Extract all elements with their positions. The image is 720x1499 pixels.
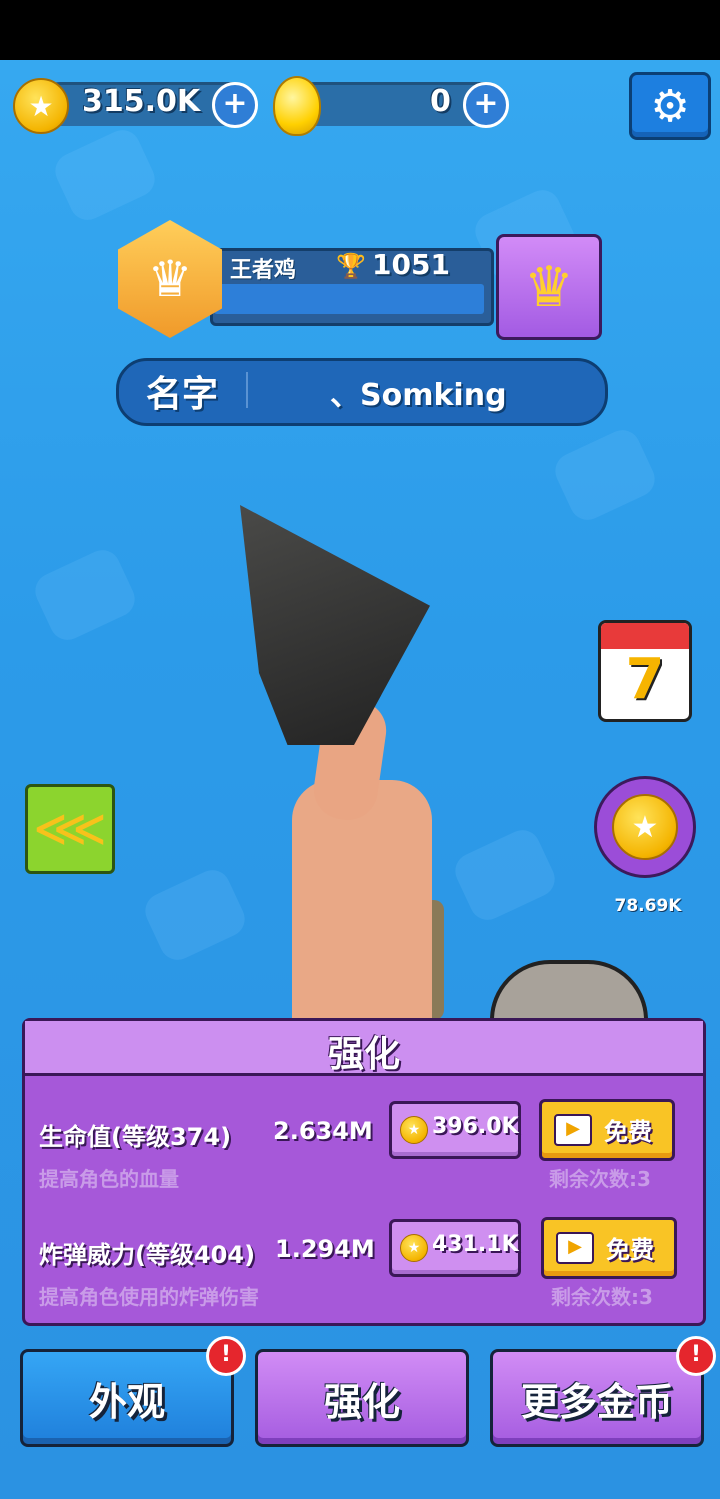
status-bar xyxy=(0,0,720,60)
settings-button[interactable]: ⚙ xyxy=(629,72,711,140)
player-name: 、Somking xyxy=(330,378,507,413)
alert-badge: ! xyxy=(206,1336,246,1376)
calendar-icon xyxy=(601,623,689,649)
rank-name: 王者鸡 xyxy=(230,258,297,283)
upgrade-description: 提高角色的血量 xyxy=(39,1167,179,1191)
daily-calendar-button[interactable]: 7 xyxy=(598,620,692,722)
golden-egg-icon xyxy=(273,76,321,136)
tab-upgrade[interactable]: 强化 xyxy=(255,1349,469,1447)
free-label: 免费 xyxy=(604,1118,652,1146)
upgrade-description: 提高角色使用的炸弹伤害 xyxy=(39,1285,259,1309)
free-upgrade-button[interactable]: ▶ 免费 xyxy=(539,1099,675,1161)
remaining-count: 剩余次数:3 xyxy=(549,1167,651,1191)
tab-appearance[interactable]: 外观 xyxy=(20,1349,234,1447)
calendar-day: 7 xyxy=(625,647,665,712)
upgrade-cost: 396.0K xyxy=(432,1114,519,1139)
name-divider xyxy=(246,372,248,408)
upgrade-cost: 431.1K xyxy=(432,1232,519,1257)
video-icon: ▶ xyxy=(554,1114,592,1146)
coins-value: 315.0K xyxy=(82,84,201,119)
coin-icon: ★ xyxy=(400,1116,428,1144)
video-icon: ▶ xyxy=(556,1232,594,1264)
upgrade-value: 1.294M xyxy=(275,1235,375,1263)
rank-progress xyxy=(214,284,484,314)
background-pattern xyxy=(29,544,141,646)
free-upgrade-button[interactable]: ▶ 免费 xyxy=(541,1217,677,1279)
tab-more-coins[interactable]: 更多金币 xyxy=(490,1349,704,1447)
remaining-count: 剩余次数:3 xyxy=(551,1285,653,1309)
crown-button[interactable]: ♛ xyxy=(496,234,602,340)
alert-badge: ! xyxy=(676,1336,716,1376)
trophy-icon: 🏆 xyxy=(336,252,366,280)
name-label: 名字 xyxy=(146,374,219,415)
tab-label: 更多金币 xyxy=(520,1379,673,1424)
character-body xyxy=(292,780,432,1030)
character-pyramid-head xyxy=(240,505,430,745)
add-eggs-button[interactable]: + xyxy=(463,82,509,128)
upgrade-name: 炸弹威力(等级404) xyxy=(39,1241,256,1269)
background-pattern xyxy=(49,124,161,226)
panel-header: 强化 xyxy=(25,1021,703,1076)
coin-icon: ★ xyxy=(400,1234,428,1262)
eggs-value: 0 xyxy=(430,84,451,119)
tab-label: 强化 xyxy=(323,1379,400,1424)
gear-icon: ⚙ xyxy=(650,80,690,132)
trophy-count: 1051 xyxy=(372,248,450,281)
tab-label: 外观 xyxy=(88,1379,165,1424)
coin-icon: ★ xyxy=(612,794,678,860)
share-button[interactable]: ⋘ xyxy=(25,784,115,874)
rank-badge-icon: ♛ xyxy=(118,220,222,338)
upgrade-cost-button[interactable]: ★ 396.0K xyxy=(389,1101,521,1159)
upgrade-value: 2.634M xyxy=(273,1117,373,1145)
upgrade-panel: 强化 生命值(等级374) 2.634M 提高角色的血量 ★ 396.0K ▶ … xyxy=(22,1018,706,1326)
background-pattern xyxy=(449,824,561,926)
offline-coins-value: 78.69K xyxy=(614,896,682,916)
add-coins-button[interactable]: + xyxy=(212,82,258,128)
share-icon: ⋘ xyxy=(33,799,107,859)
background-pattern xyxy=(139,864,251,966)
crown-icon: ♛ xyxy=(523,254,575,320)
upgrade-cost-button[interactable]: ★ 431.1K xyxy=(389,1219,521,1277)
coin-icon: ★ xyxy=(13,78,69,134)
upgrade-name: 生命值(等级374) xyxy=(39,1123,232,1151)
panel-title: 强化 xyxy=(327,1034,400,1075)
game-scene: ★ 315.0K + 0 + ⚙ ♛ 王者鸡 🏆 1051 ♛ 名字 、Somk… xyxy=(0,60,720,1499)
background-pattern xyxy=(549,424,661,526)
free-label: 免费 xyxy=(606,1236,654,1264)
offline-coins-button[interactable]: ★ xyxy=(594,776,696,878)
